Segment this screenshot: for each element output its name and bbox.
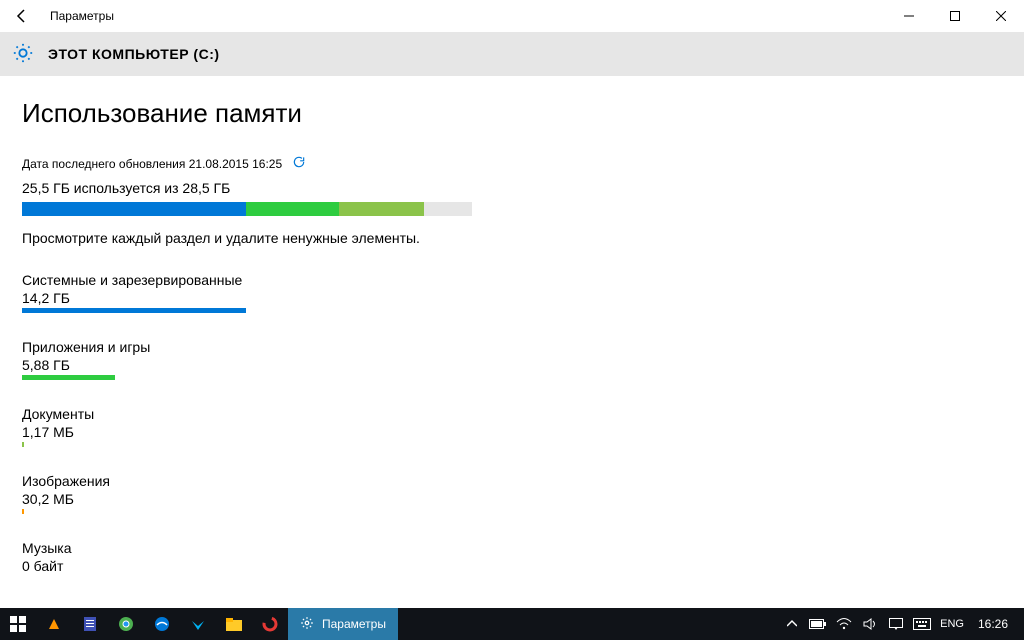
taskbar-app-settings[interactable]: Параметры [288,608,398,640]
taskbar-app-notepad[interactable] [72,608,108,640]
category-bar-fill [22,509,24,514]
category-bar [22,576,472,581]
category-value: 5,88 ГБ [22,357,1002,373]
taskbar-app-ccleaner[interactable] [252,608,288,640]
taskbar-app-winamp[interactable] [36,608,72,640]
category-bar [22,375,472,380]
category-name: Системные и зарезервированные [22,272,1002,288]
page-heading: Использование памяти [22,98,1002,129]
wifi-icon[interactable] [832,608,856,640]
language-indicator[interactable]: ENG [936,618,968,630]
taskbar-app-store[interactable] [180,608,216,640]
storage-category[interactable]: Музыка 0 байт [22,540,1002,581]
close-button[interactable] [978,0,1024,32]
volume-icon[interactable] [858,608,882,640]
storage-bar-segment [22,202,246,216]
last-updated-row: Дата последнего обновления 21.08.2015 16… [22,155,1002,172]
category-bar [22,509,472,514]
category-value: 30,2 МБ [22,491,1002,507]
category-value: 1,17 МБ [22,424,1002,440]
category-name: Изображения [22,473,1002,489]
storage-category[interactable]: Документы 1,17 МБ [22,406,1002,447]
storage-category[interactable]: Изображения 30,2 МБ [22,473,1002,514]
taskbar-app-label: Параметры [322,617,386,631]
category-bar-fill [22,375,115,380]
category-name: Музыка [22,540,1002,556]
category-name: Приложения и игры [22,339,1002,355]
storage-bar-segment [339,202,424,216]
clock[interactable]: 16:26 [970,617,1016,631]
storage-bar-segment [246,202,339,216]
back-button[interactable] [10,4,34,28]
header: ЭТОТ КОМПЬЮТЕР (C:) [0,32,1024,76]
keyboard-icon[interactable] [910,608,934,640]
window-title: Параметры [50,9,114,23]
start-button[interactable] [0,608,36,640]
hint-text: Просмотрите каждый раздел и удалите нену… [22,230,1002,246]
storage-category[interactable]: Приложения и игры 5,88 ГБ [22,339,1002,380]
action-center-icon[interactable] [884,608,908,640]
taskbar-app-explorer[interactable] [216,608,252,640]
storage-category[interactable]: Системные и зарезервированные 14,2 ГБ [22,272,1002,313]
system-tray: ENG 16:26 [780,608,1024,640]
battery-icon[interactable] [806,608,830,640]
category-bar [22,308,472,313]
content: Использование памяти Дата последнего обн… [0,76,1024,581]
category-bar-fill [22,442,24,447]
category-bar [22,442,472,447]
usage-summary: 25,5 ГБ используется из 28,5 ГБ [22,180,1002,196]
category-name: Документы [22,406,1002,422]
refresh-icon[interactable] [292,155,306,172]
taskbar-app-chrome[interactable] [108,608,144,640]
tray-overflow-icon[interactable] [780,608,804,640]
last-updated-label: Дата последнего обновления 21.08.2015 16… [22,157,282,171]
gear-icon [12,42,34,67]
maximize-button[interactable] [932,0,978,32]
minimize-button[interactable] [886,0,932,32]
drive-label: ЭТОТ КОМПЬЮТЕР (C:) [48,46,220,62]
category-value: 0 байт [22,558,1002,574]
category-value: 14,2 ГБ [22,290,1002,306]
taskbar: Параметры ENG 16:26 [0,608,1024,640]
taskbar-app-edge[interactable] [144,608,180,640]
titlebar: Параметры [0,0,1024,32]
gear-icon [300,616,314,633]
category-bar-fill [22,308,246,313]
storage-bar [22,202,472,216]
